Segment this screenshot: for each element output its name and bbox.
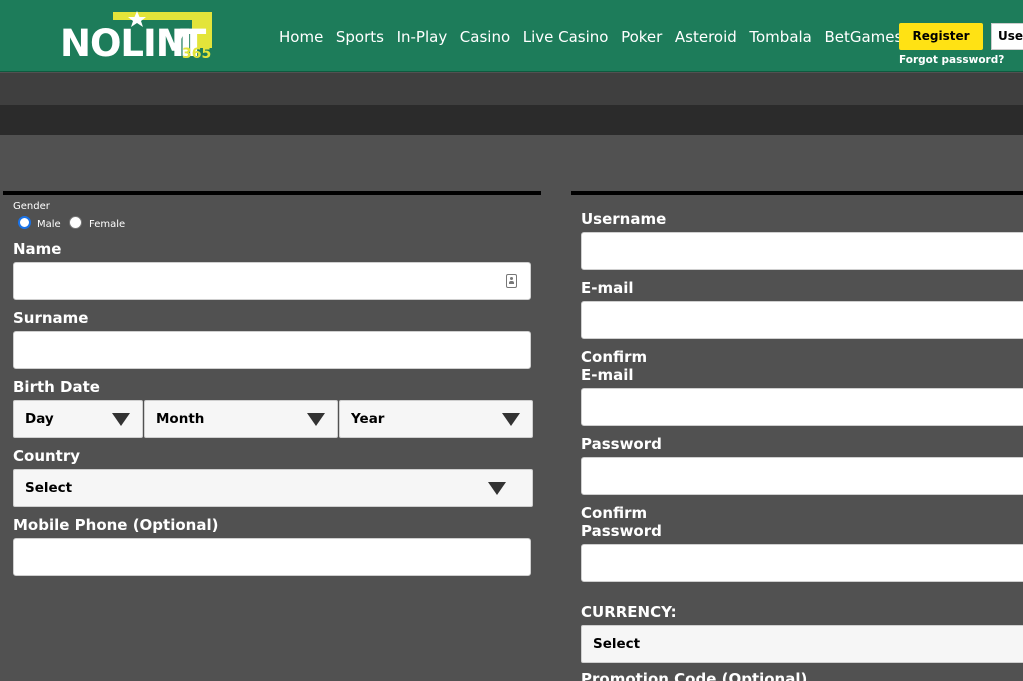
promotion-code-label: Promotion Code (Optional) [581, 670, 808, 681]
confirm-password-label-line1: Confirm [581, 504, 648, 522]
surname-input[interactable] [13, 331, 531, 369]
gender-male-radio[interactable] [18, 216, 31, 229]
right-section-divider [571, 191, 1023, 195]
currency-select[interactable]: Select [581, 625, 1023, 663]
surname-label: Surname [13, 309, 89, 327]
confirm-password-label-line2: Password [581, 522, 662, 540]
currency-value: Select [593, 636, 641, 652]
currency-label: CURRENCY: [581, 603, 677, 621]
top-header: NOLIM I T 365 Home Sports In-Play Casino… [0, 0, 1023, 72]
country-select[interactable]: Select [13, 469, 533, 507]
birth-year-select[interactable]: Year [339, 400, 533, 438]
birth-year-value: Year [351, 411, 385, 427]
email-input[interactable] [581, 301, 1023, 339]
chevron-down-icon [112, 413, 130, 426]
birth-day-value: Day [25, 411, 54, 427]
chevron-down-icon [307, 413, 325, 426]
svg-text:365: 365 [182, 46, 211, 60]
birth-month-value: Month [156, 411, 205, 427]
confirm-email-label-line1: Confirm [581, 348, 648, 366]
username-login-input[interactable]: User [991, 23, 1023, 50]
nav-casino[interactable]: Casino [460, 28, 510, 46]
birth-date-label: Birth Date [13, 378, 100, 396]
password-input[interactable] [581, 457, 1023, 495]
contact-card-icon [506, 274, 517, 288]
register-button[interactable]: Register [899, 23, 983, 50]
nav-in-play[interactable]: In-Play [397, 28, 448, 46]
sub-nav-bar [0, 73, 1023, 105]
main-nav: Home Sports In-Play Casino Live Casino P… [279, 28, 934, 46]
secondary-bar [0, 105, 1023, 135]
country-label: Country [13, 447, 81, 465]
confirm-email-input[interactable] [581, 388, 1023, 426]
birth-day-select[interactable]: Day [13, 400, 143, 438]
confirm-email-label-line2: E-mail [581, 366, 634, 384]
chevron-down-icon [502, 413, 520, 426]
gender-label: Gender [13, 201, 50, 212]
confirm-password-label: Confirm Password [581, 504, 662, 540]
username-input[interactable] [581, 232, 1023, 270]
left-section-divider [3, 191, 541, 195]
email-label: E-mail [581, 279, 634, 297]
mobile-phone-input[interactable] [13, 538, 531, 576]
password-label: Password [581, 435, 662, 453]
gender-female-radio[interactable] [69, 216, 82, 229]
birth-month-select[interactable]: Month [144, 400, 338, 438]
gender-female-label: Female [89, 219, 126, 230]
gender-male-label: Male [37, 219, 61, 230]
chevron-down-icon [488, 482, 506, 495]
name-input[interactable] [13, 262, 531, 300]
nav-asteroid[interactable]: Asteroid [675, 28, 737, 46]
username-label: Username [581, 210, 667, 228]
nav-live-casino[interactable]: Live Casino [523, 28, 609, 46]
nav-tombala[interactable]: Tombala [749, 28, 811, 46]
confirm-email-label: Confirm E-mail [581, 348, 647, 384]
nav-home[interactable]: Home [279, 28, 323, 46]
forgot-password-link[interactable]: Forgot password? [899, 54, 1004, 66]
confirm-password-input[interactable] [581, 544, 1023, 582]
name-label: Name [13, 240, 62, 258]
nav-poker[interactable]: Poker [621, 28, 662, 46]
nolimit-logo[interactable]: NOLIM I T 365 [60, 10, 220, 60]
country-value: Select [25, 480, 73, 496]
nav-sports[interactable]: Sports [336, 28, 384, 46]
mobile-phone-label: Mobile Phone (Optional) [13, 516, 219, 534]
